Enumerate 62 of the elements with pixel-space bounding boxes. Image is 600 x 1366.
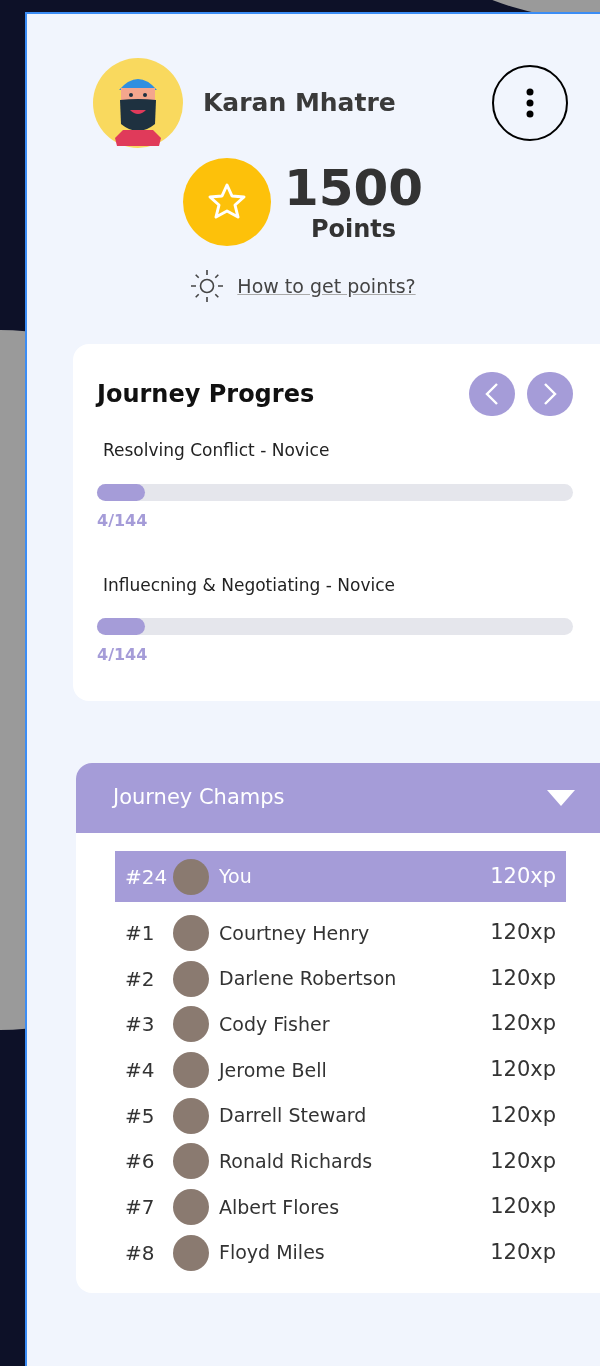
leaderboard-row[interactable]: #7 Albert Flores 120xp — [115, 1184, 566, 1230]
chevron-left-icon — [485, 382, 499, 406]
leaderboard-row[interactable]: #5 Darrell Steward 120xp — [115, 1092, 566, 1139]
chevron-right-icon — [543, 382, 557, 406]
rank: #1 — [125, 919, 156, 947]
more-options-button[interactable] — [492, 65, 568, 141]
player-name: Darlene Robertson — [219, 966, 397, 992]
rank: #5 — [125, 1102, 156, 1130]
progress-count: 4/144 — [97, 509, 149, 532]
journey-name: Influecning & Negotiating - Novice — [103, 573, 396, 597]
avatar-photo-placeholder — [173, 858, 209, 895]
leaderboard-row[interactable]: #8 Floyd Miles 120xp — [115, 1229, 566, 1276]
player-name: Albert Flores — [219, 1194, 340, 1220]
more-icon — [526, 88, 534, 118]
player-name: Courtney Henry — [219, 920, 370, 946]
card-title: Journey Progres — [97, 379, 315, 410]
journey-name: Resolving Conflict - Novice — [103, 439, 331, 462]
next-button[interactable] — [527, 372, 573, 416]
avatar-photo-placeholder — [173, 1097, 209, 1134]
avatar-photo-placeholder — [173, 1143, 209, 1180]
leaderboard-row[interactable]: #4 Jerome Bell 120xp — [115, 1047, 566, 1093]
player-name: You — [219, 864, 252, 890]
rank: #6 — [125, 1148, 156, 1176]
bearded-man-avatar-icon — [93, 58, 183, 148]
player-name: Darrell Steward — [219, 1103, 367, 1129]
leaderboard-row[interactable]: #2 Darlene Robertson 120xp — [115, 955, 566, 1002]
points-label: Points — [310, 215, 397, 243]
rank: #7 — [125, 1193, 156, 1221]
player-name: Cody Fisher — [219, 1011, 330, 1037]
user-name: Karan Mhatre — [203, 87, 396, 120]
how-to-get-points-link[interactable]: How to get points? — [237, 271, 416, 301]
xp-value: 120xp — [490, 1056, 556, 1084]
leaderboard-row[interactable]: #3 Cody Fisher 120xp — [115, 1001, 566, 1048]
player-name: Ronald Richards — [219, 1149, 373, 1175]
progress-count: 4/144 — [97, 644, 149, 666]
rank: #4 — [125, 1056, 156, 1084]
avatar-photo-placeholder — [173, 960, 209, 997]
avatar-photo-placeholder — [173, 914, 209, 951]
avatar-photo-placeholder — [173, 1006, 209, 1043]
xp-value: 120xp — [490, 1193, 556, 1221]
leaderboard-row[interactable]: #6 Ronald Richards 120xp — [115, 1138, 566, 1185]
xp-value: 120xp — [490, 1101, 556, 1129]
sun-icon — [189, 268, 226, 304]
xp-value: 120xp — [490, 964, 556, 992]
xp-value: 120xp — [490, 1147, 556, 1175]
previous-button[interactable] — [469, 372, 515, 416]
rank: #3 — [125, 1011, 156, 1039]
avatar-photo-placeholder — [173, 1051, 209, 1088]
player-name: Floyd Miles — [219, 1240, 325, 1266]
xp-value: 120xp — [490, 919, 556, 947]
rank: #24 — [125, 863, 169, 891]
caret-icon — [546, 789, 576, 807]
avatar-photo-placeholder — [173, 1188, 209, 1225]
xp-value: 120xp — [490, 862, 556, 890]
player-name: Jerome Bell — [219, 1057, 327, 1083]
xp-value: 120xp — [490, 1010, 556, 1038]
avatar-photo-placeholder — [173, 1234, 209, 1271]
rank: #8 — [125, 1239, 156, 1267]
leaderboard-row[interactable]: #1 Courtney Henry 120xp — [115, 910, 566, 956]
points-value: 1500 — [283, 161, 424, 215]
rank: #2 — [125, 965, 156, 993]
xp-value: 120xp — [490, 1238, 556, 1266]
